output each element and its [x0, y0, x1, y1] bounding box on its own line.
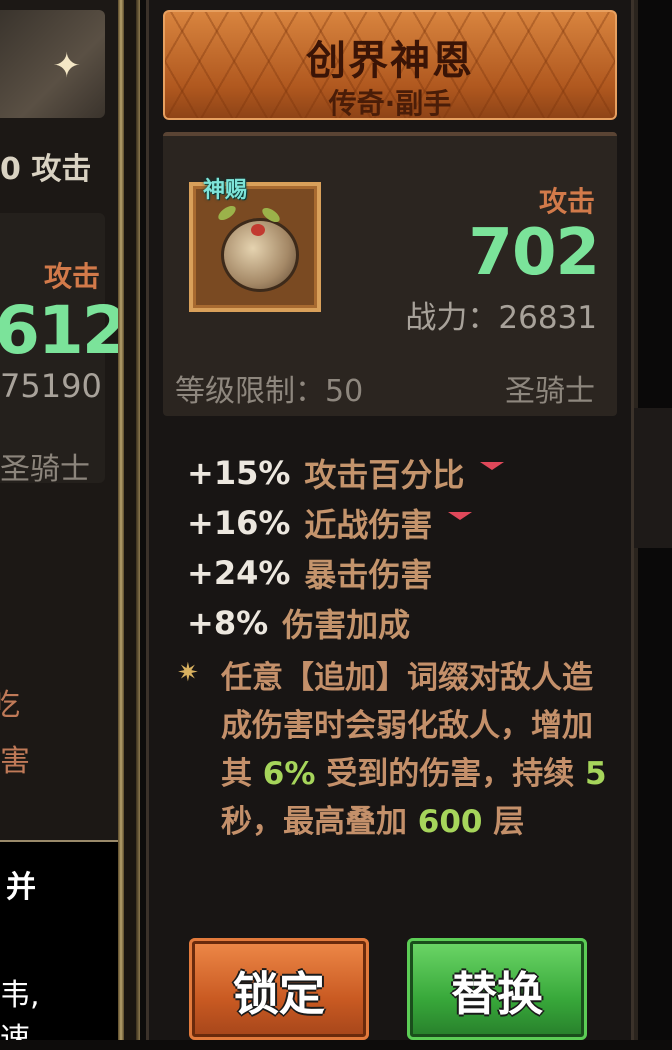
left-attack-value: 612 [0, 292, 118, 369]
gem-dot [251, 224, 265, 236]
effect-number: 5 [585, 756, 607, 792]
item-name: 创界神恩 [306, 38, 474, 84]
effect-text: 受到的伤害，持续 [315, 756, 586, 792]
stat-value: 702 [468, 216, 600, 290]
level-requirement: 等级限制：50 [175, 374, 364, 409]
item-stat-card: 神赐 攻击 702 战力：26831 等级限制：50 圣骑士 [163, 132, 617, 416]
left-item-panel: ✦ 0 攻击 攻击 612 75190 圣骑士 吃 害 并 韦, 速 [0, 0, 118, 1040]
popup-text: 韦, [0, 978, 40, 1013]
affix-name: 近战伤害 [304, 506, 433, 544]
left-class-text: 圣骑士 [0, 452, 90, 487]
affix-value: +15% [187, 454, 291, 492]
sparkle-icon: ✦ [52, 46, 82, 86]
special-effect-text: 任意【追加】词缀对敌人造成伤害时会弱化敌人，增加其 6% 受到的伤害，持续 5 … [221, 654, 621, 846]
left-affix-fragment: 吃 [0, 688, 20, 723]
left-power-value: 75190 [0, 367, 102, 405]
popup-text: 速 [0, 1022, 30, 1040]
affix-row: +24% 暴击伤害 [187, 548, 504, 598]
star-icon: ✷ [177, 658, 199, 688]
left-attack-line: 0 攻击 [0, 152, 92, 187]
effect-number: 6% [262, 756, 316, 792]
affix-value: +16% [187, 504, 291, 542]
down-arrow-icon [448, 512, 473, 520]
item-detail-panel: 创界神恩 传奇·副手 神赐 攻击 702 战力：26831 等级限制：50 圣骑… [146, 0, 634, 1040]
class-requirement: 圣骑士 [505, 374, 595, 409]
right-panel-edge [634, 0, 672, 1040]
panel-divider [136, 0, 140, 1040]
left-attack-label: 攻击 [43, 260, 100, 293]
affix-row: +15% 攻击百分比 [187, 448, 505, 498]
stat-label: 攻击 [538, 185, 595, 218]
combat-power: 战力：26831 [405, 300, 597, 336]
item-rarity-slot: 传奇·副手 [328, 87, 452, 120]
replace-button[interactable]: 替换 [407, 938, 587, 1040]
leaf-decoration [215, 203, 239, 223]
down-arrow-icon [480, 462, 505, 470]
effect-number: 600 [417, 804, 483, 840]
affix-row: +16% 近战伤害 [187, 498, 504, 548]
affix-row: +8% 伤害加成 [187, 598, 504, 648]
effect-text: 层 [482, 804, 525, 840]
affix-name: 攻击百分比 [304, 456, 465, 494]
affix-name: 伤害加成 [282, 606, 411, 644]
background-band [634, 408, 672, 548]
left-item-image: ✦ [0, 10, 105, 118]
affix-name: 暴击伤害 [304, 556, 433, 594]
panel-gap [124, 0, 136, 1040]
left-affix-fragment: 害 [0, 744, 30, 779]
item-title-banner: 创界神恩 传奇·副手 [163, 10, 617, 120]
popup-text: 并 [6, 870, 36, 905]
effect-text: 秒，最高叠加 [221, 804, 418, 840]
affix-value: +24% [187, 554, 291, 592]
divine-gift-badge: 神赐 [203, 178, 248, 203]
affix-value: +8% [187, 604, 269, 642]
left-tooltip-popup: 并 韦, 速 [0, 840, 118, 1040]
affix-list: +15% 攻击百分比 +16% 近战伤害 +24% 暴击伤害 +8% 伤害加成 [187, 448, 505, 648]
lock-button[interactable]: 锁定 [189, 938, 369, 1040]
